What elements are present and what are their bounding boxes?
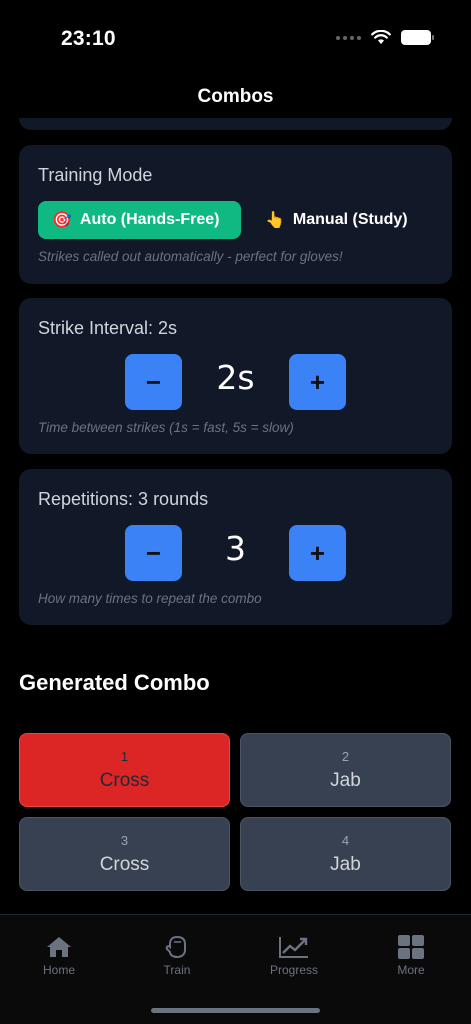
combo-strike-2[interactable]: 2 Jab — [240, 733, 451, 807]
training-mode-title: Training Mode — [38, 165, 153, 185]
battery-icon — [401, 30, 434, 45]
wifi-icon — [371, 30, 391, 44]
repetitions-title: Repetitions: 3 rounds — [38, 489, 209, 509]
status-bar: 23:10 — [0, 0, 471, 60]
strike-number: 4 — [341, 833, 350, 848]
grid-icon — [398, 935, 424, 959]
reps-decrease-button[interactable]: − — [125, 525, 182, 581]
interval-value: 2s — [216, 358, 255, 397]
tab-train[interactable]: Train — [137, 935, 217, 977]
reps-value: 3 — [225, 529, 246, 568]
tab-more[interactable]: More — [371, 935, 451, 977]
strike-number: 3 — [120, 833, 129, 848]
tab-train-label: Train — [163, 963, 191, 977]
glove-icon — [165, 935, 186, 959]
training-mode-card: Training Mode 🎯 Auto (Hands-Free) 👆 Manu… — [19, 145, 452, 284]
strike-interval-card: Strike Interval: 2s − 2s + Time between … — [19, 298, 452, 454]
training-mode-hint: Strikes called out automatically - perfe… — [38, 249, 343, 264]
signal-icon — [336, 35, 361, 40]
status-icons — [336, 30, 434, 45]
strike-number: 2 — [341, 749, 350, 764]
strike-interval-title: Strike Interval: 2s — [38, 318, 178, 338]
interval-decrease-button[interactable]: − — [125, 354, 182, 410]
tab-progress-label: Progress — [269, 963, 319, 977]
strike-name: Jab — [330, 854, 361, 875]
auto-mode-button[interactable]: 🎯 Auto (Hands-Free) — [38, 201, 241, 239]
strike-name: Jab — [330, 770, 361, 791]
combo-strike-4[interactable]: 4 Jab — [240, 817, 451, 891]
home-icon — [47, 937, 71, 957]
repetitions-card: Repetitions: 3 rounds − 3 + How many tim… — [19, 469, 452, 625]
tab-home[interactable]: Home — [19, 935, 99, 977]
reps-hint: How many times to repeat the combo — [38, 591, 262, 606]
strike-name: Cross — [99, 854, 150, 875]
tab-home-label: Home — [42, 963, 75, 977]
interval-hint: Time between strikes (1s = fast, 5s = sl… — [38, 420, 294, 435]
combo-strike-1[interactable]: 1 Cross — [19, 733, 230, 807]
tab-more-label: More — [397, 963, 425, 977]
pointing-hand-icon: 👆 — [265, 212, 285, 229]
manual-mode-label: Manual (Study) — [292, 211, 408, 228]
auto-mode-label: Auto (Hands-Free) — [79, 211, 220, 228]
combo-strike-3[interactable]: 3 Cross — [19, 817, 230, 891]
reps-increase-button[interactable]: + — [289, 525, 346, 581]
manual-mode-button[interactable]: 👆 Manual (Study) — [265, 201, 408, 239]
settings-scroll[interactable]: Training Mode 🎯 Auto (Hands-Free) 👆 Manu… — [0, 118, 471, 914]
target-icon: 🎯 — [52, 212, 72, 229]
interval-increase-button[interactable]: + — [289, 354, 346, 410]
strike-number: 1 — [120, 749, 129, 764]
tab-progress[interactable]: Progress — [254, 935, 334, 977]
status-time: 23:10 — [61, 27, 116, 50]
trending-up-icon — [279, 937, 308, 958]
page-title: Combos — [197, 86, 274, 107]
previous-card — [19, 118, 452, 130]
home-indicator[interactable] — [151, 1008, 320, 1013]
strike-name: Cross — [99, 770, 150, 791]
generated-combo-title: Generated Combo — [19, 670, 210, 695]
